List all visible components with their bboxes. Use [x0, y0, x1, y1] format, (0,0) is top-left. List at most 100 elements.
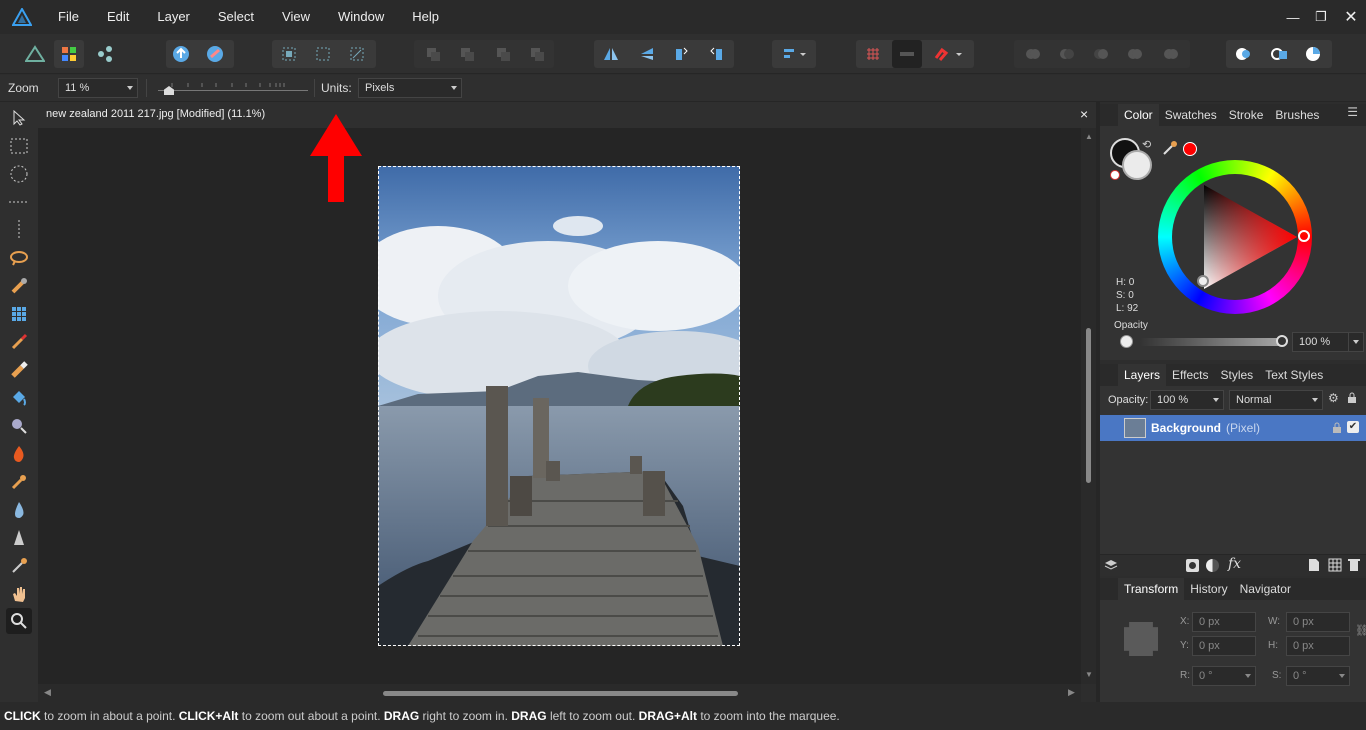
- triangle-handle[interactable]: [1197, 275, 1209, 287]
- blend-mode-dropdown[interactable]: Normal: [1229, 390, 1323, 410]
- row-marquee-icon[interactable]: [6, 189, 32, 215]
- selection-mode-icon[interactable]: [1298, 40, 1328, 68]
- add-pixel-layer-icon[interactable]: [1328, 558, 1342, 575]
- menu-select[interactable]: Select: [204, 0, 268, 34]
- flood-fill-icon[interactable]: [6, 385, 32, 411]
- paint-brush-icon[interactable]: [6, 329, 32, 355]
- scroll-down-icon[interactable]: ▼: [1085, 670, 1093, 679]
- opacity-slider-handle[interactable]: [1276, 335, 1288, 347]
- tab-history[interactable]: History: [1184, 578, 1233, 600]
- scroll-right-icon[interactable]: ▶: [1068, 687, 1075, 698]
- sharpen-brush-icon[interactable]: [6, 525, 32, 551]
- layer-row-background[interactable]: Background (Pixel) ✔: [1100, 415, 1366, 441]
- lock-icon[interactable]: [1347, 392, 1357, 407]
- scroll-left-icon[interactable]: ◀: [44, 687, 51, 698]
- close-window-icon[interactable]: ✕: [1336, 0, 1366, 34]
- tab-stroke[interactable]: Stroke: [1223, 104, 1270, 126]
- link-aspect-icon[interactable]: ⛓: [1355, 624, 1366, 637]
- gear-icon[interactable]: ⚙: [1328, 391, 1339, 405]
- restore-icon[interactable]: ❐: [1306, 0, 1336, 34]
- arrange-backward-icon[interactable]: [452, 40, 482, 68]
- menu-help[interactable]: Help: [398, 0, 453, 34]
- tab-brushes[interactable]: Brushes: [1269, 104, 1325, 126]
- zoom-slider[interactable]: [158, 81, 308, 97]
- mask-layer-icon[interactable]: [1186, 559, 1199, 572]
- boolean-divide-icon[interactable]: [1156, 40, 1186, 68]
- add-layer-icon[interactable]: [1308, 558, 1320, 575]
- flip-horizontal-icon[interactable]: [596, 40, 626, 68]
- tab-color[interactable]: Color: [1118, 104, 1159, 126]
- secondary-color-swatch[interactable]: [1122, 150, 1152, 180]
- layers-stack-icon[interactable]: [1104, 558, 1118, 575]
- quick-mask-icon[interactable]: [1228, 40, 1258, 68]
- arrange-front-icon[interactable]: [522, 40, 552, 68]
- boolean-xor-icon[interactable]: [1120, 40, 1150, 68]
- eyedropper-icon[interactable]: [1162, 140, 1178, 159]
- column-marquee-icon[interactable]: [6, 217, 32, 243]
- rotate-right-icon[interactable]: [702, 40, 732, 68]
- horizontal-scrollbar[interactable]: ◀ ▶: [38, 684, 1081, 702]
- opacity-slider[interactable]: [1140, 335, 1288, 347]
- tab-swatches[interactable]: Swatches: [1159, 104, 1223, 126]
- menu-window[interactable]: Window: [324, 0, 398, 34]
- close-document-icon[interactable]: ×: [1080, 106, 1088, 122]
- layer-visibility-checkbox[interactable]: ✔: [1347, 421, 1359, 433]
- snapping-magnet-icon[interactable]: [926, 40, 970, 68]
- layer-opacity-field[interactable]: 100 %: [1150, 390, 1224, 410]
- zoom-combo[interactable]: 11 %: [58, 78, 138, 98]
- horizontal-scroll-thumb[interactable]: [383, 691, 738, 696]
- pixel-persona-icon[interactable]: [54, 40, 84, 68]
- canvas-area[interactable]: [38, 114, 1081, 684]
- arrange-forward-icon[interactable]: [488, 40, 518, 68]
- boolean-subtract-icon[interactable]: [1052, 40, 1082, 68]
- assistant-icon[interactable]: [200, 40, 230, 68]
- x-field[interactable]: 0 px: [1192, 612, 1256, 632]
- delete-layer-icon[interactable]: [1348, 558, 1360, 575]
- no-color-icon[interactable]: [1110, 170, 1120, 180]
- share-icon[interactable]: [166, 40, 196, 68]
- export-persona-icon[interactable]: [90, 40, 120, 68]
- layer-lock-icon[interactable]: [1332, 422, 1342, 437]
- arrange-back-icon[interactable]: [418, 40, 448, 68]
- fx-icon[interactable]: fx: [1228, 556, 1241, 572]
- designer-persona-icon[interactable]: [20, 40, 50, 68]
- deselect-icon[interactable]: [308, 40, 338, 68]
- tab-text-styles[interactable]: Text Styles: [1259, 364, 1329, 386]
- rotate-left-icon[interactable]: [666, 40, 696, 68]
- tab-transform[interactable]: Transform: [1118, 578, 1185, 600]
- selection-brush-icon[interactable]: [6, 273, 32, 299]
- shear-field[interactable]: 0 °: [1286, 666, 1350, 686]
- boolean-intersect-icon[interactable]: [1086, 40, 1116, 68]
- zoom-tool-icon-2[interactable]: [6, 413, 32, 439]
- menu-edit[interactable]: Edit: [93, 0, 143, 34]
- vertical-scroll-thumb[interactable]: [1086, 328, 1091, 483]
- align-dropdown-icon[interactable]: [776, 40, 814, 68]
- rectangular-marquee-icon[interactable]: [6, 133, 32, 159]
- menu-file[interactable]: File: [44, 0, 93, 34]
- snapping-guide-icon[interactable]: [892, 40, 922, 68]
- vertical-scrollbar[interactable]: ▲ ▼: [1081, 128, 1096, 684]
- document-tab[interactable]: new zealand 2011 217.jpg [Modified] (11.…: [38, 102, 1096, 128]
- burn-brush-icon[interactable]: [6, 441, 32, 467]
- freehand-selection-icon[interactable]: [6, 245, 32, 271]
- adjustment-layer-icon[interactable]: [1206, 559, 1219, 572]
- move-tool-icon[interactable]: [6, 105, 32, 131]
- scroll-up-icon[interactable]: ▲: [1085, 132, 1093, 141]
- select-all-icon[interactable]: [274, 40, 304, 68]
- y-field[interactable]: 0 px: [1192, 636, 1256, 656]
- tab-navigator[interactable]: Navigator: [1234, 578, 1297, 600]
- zoom-tool-icon[interactable]: [6, 608, 32, 634]
- boolean-add-icon[interactable]: [1018, 40, 1048, 68]
- snapping-grid-icon[interactable]: [858, 40, 888, 68]
- flood-select-icon[interactable]: [6, 301, 32, 327]
- h-field[interactable]: 0 px: [1286, 636, 1350, 656]
- tab-effects[interactable]: Effects: [1166, 364, 1214, 386]
- swap-colors-icon[interactable]: ⟲: [1142, 138, 1151, 151]
- blur-brush-icon[interactable]: [6, 497, 32, 523]
- menu-view[interactable]: View: [268, 0, 324, 34]
- anchor-selector[interactable]: [1124, 622, 1158, 656]
- elliptical-marquee-icon[interactable]: [6, 161, 32, 187]
- picked-color-swatch[interactable]: [1183, 142, 1197, 156]
- color-wheel[interactable]: [1158, 160, 1312, 314]
- tab-layers[interactable]: Layers: [1118, 364, 1167, 386]
